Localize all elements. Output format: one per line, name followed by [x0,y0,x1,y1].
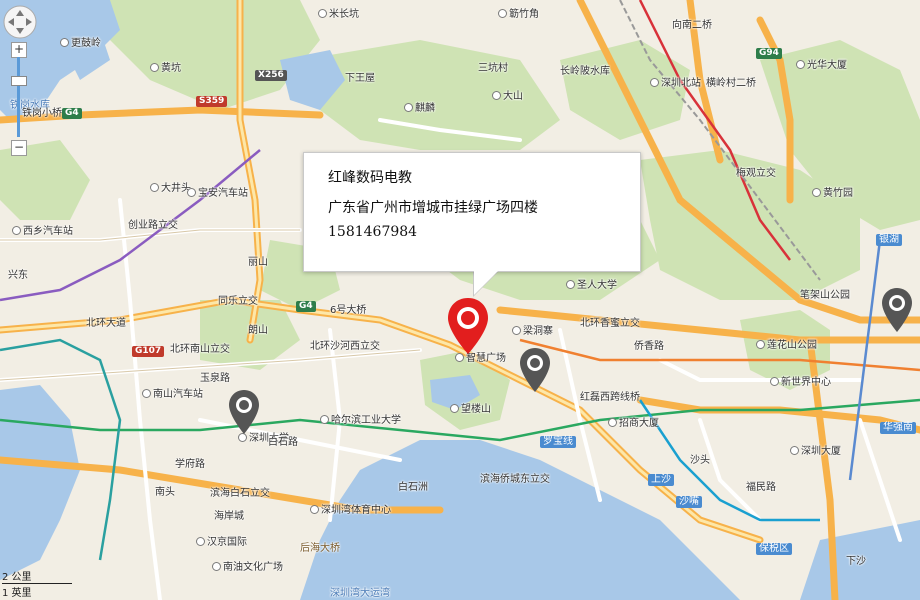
popup-name: 红峰数码电教 [328,170,412,186]
label: 玉泉路 [200,373,230,384]
label: 大井头 [150,183,191,195]
label: 深圳大厦 [790,446,841,458]
label: 新世界中心 [770,377,831,389]
road-shield-g4: G4 [62,108,82,119]
label: 保税区 [756,543,792,555]
label: 滨海侨城东立交 [480,474,550,485]
zoom-slider-handle[interactable] [11,76,27,86]
label: 宝安汽车站 [187,188,248,200]
label: 黄竹园 [812,188,853,200]
label: 下沙 [846,556,866,567]
label: 大山 [492,91,523,103]
label: 南油文化广场 [212,562,283,574]
label: 北环大道 [86,318,126,329]
label: 横岭村二桥 [706,78,756,89]
label: 兴东 [8,270,28,281]
label: 更鼓岭 [60,38,101,50]
label: 光华大厦 [796,60,847,72]
label: 深圳湾体育中心 [310,505,391,517]
label: 同乐立交 [218,296,258,307]
scale-imperial: 1 英里 [2,588,32,599]
location-marker-4[interactable] [880,286,914,334]
road-shield-g94: G94 [756,48,782,59]
label: 梁洞寨 [512,326,553,338]
label: 长岭陂水库 [560,66,610,77]
label: 下王屋 [345,73,375,84]
label: 圣人大学 [566,280,617,292]
scale-metric: 2 公里 [2,572,32,583]
label: 麒麟 [404,103,435,115]
label: 簕竹角 [498,9,539,21]
label: 梅观立交 [736,168,776,179]
label: 莲花山公园 [756,340,817,352]
popup-address: 广东省广州市增城市挂绿广场四楼 [328,200,538,216]
road-shield-g4-2: G4 [296,301,316,312]
label: 北环南山立交 [170,344,230,355]
label: 创业路立交 [128,220,178,231]
label: 南头 [155,487,175,498]
road-shield-g107: G107 [132,346,165,357]
label: 白石路 [268,437,298,448]
zoom-slider-track[interactable] [17,57,20,137]
popup-tail [474,269,500,295]
label: 北环沙河西立交 [310,341,380,352]
location-marker-2[interactable] [518,346,552,394]
label: 深圳湾大运湾 [330,588,390,599]
label: 深圳北站 [650,78,701,90]
label: 北环香蜜立交 [580,318,640,329]
label: 向南二桥 [672,20,712,31]
zoom-in-button[interactable]: + [11,42,27,58]
label: 罗宝线 [540,436,576,448]
label: 米长坑 [318,9,359,21]
info-popup: 红峰数码电教 广东省广州市增城市挂绿广场四楼 1581467984 [303,152,641,272]
label: 白石洲 [398,482,428,493]
label: 丽山 [248,257,268,268]
road-shield-s359: S359 [196,96,228,107]
label: 后海大桥 [300,543,340,554]
label: 汉京国际 [196,537,247,549]
label: 海岸城 [214,511,244,522]
label: 哈尔滨工业大学 [320,415,401,427]
label: 招商大厦 [608,418,659,430]
label: 6号大桥 [330,305,367,316]
scale-bar: 2 公里 1 英里 [2,568,72,599]
selected-location-marker[interactable] [446,296,490,356]
label: 银湖 [876,234,902,246]
label: 南山汽车站 [142,389,203,401]
zoom-out-button[interactable]: − [11,140,27,156]
label: 沙头 [690,455,710,466]
label: 滨海白石立交 [210,488,270,499]
label: 朗山 [248,325,268,336]
label: 铁岗小桥 [22,108,62,119]
label: 望楼山 [450,404,491,416]
label: 红磊西跨线桥 [580,392,640,403]
label: 上沙 [648,474,674,486]
label: 西乡汽车站 [12,226,73,238]
label: 黄坑 [150,63,181,75]
popup-phone: 1581467984 [328,224,418,240]
label: 侨香路 [634,341,664,352]
label: 沙嘴 [676,496,702,508]
location-marker-3[interactable] [227,388,261,436]
label: 三坑村 [478,63,508,74]
label: 福民路 [746,482,776,493]
road-shield-x256: X256 [255,70,287,81]
pan-control[interactable] [2,4,38,40]
label: 华强南 [880,422,916,434]
label: 笔架山公园 [800,290,850,301]
label: 学府路 [175,459,205,470]
